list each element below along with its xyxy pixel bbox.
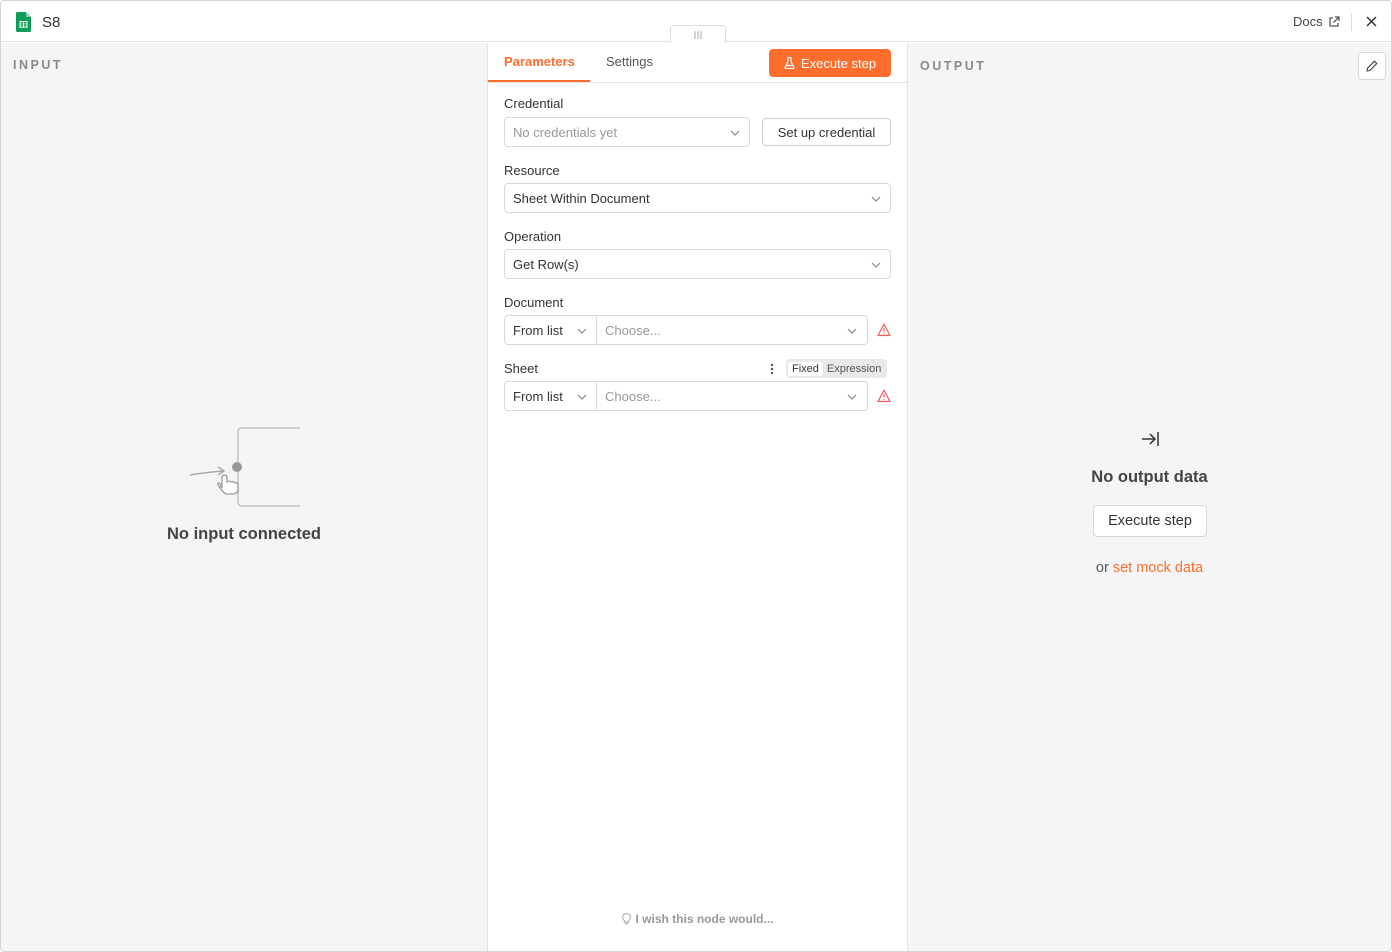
tab-settings[interactable]: Settings <box>606 54 653 69</box>
output-panel-label: OUTPUT <box>920 59 987 73</box>
arrow-to-line-icon <box>1142 432 1159 446</box>
active-tab-indicator <box>488 80 590 82</box>
no-output-message: No output data <box>1091 468 1208 486</box>
external-link-icon <box>1328 15 1340 27</box>
tab-parameters[interactable]: Parameters <box>504 54 575 69</box>
input-panel: INPUT No input connected <box>1 43 487 951</box>
document-choose-select[interactable]: Choose... <box>596 315 868 345</box>
fixed-expression-toggle: Fixed Expression <box>786 359 888 378</box>
warning-icon <box>877 323 891 337</box>
chevron-down-icon <box>871 262 881 268</box>
resource-select[interactable]: Sheet Within Document <box>504 183 891 213</box>
document-mode-value: From list <box>513 322 563 338</box>
flask-icon <box>784 57 795 69</box>
feedback-link[interactable]: I wish this node would... <box>488 912 907 926</box>
set-mock-data-link[interactable]: set mock data <box>1113 560 1203 576</box>
pencil-icon <box>1366 60 1378 72</box>
no-input-message: No input connected <box>167 525 321 543</box>
output-panel: OUTPUT No output data Execute step or se… <box>908 43 1391 951</box>
docs-label: Docs <box>1293 14 1323 29</box>
tab-bar: Parameters Settings Execute step <box>488 43 907 83</box>
node-details-window: S8 Docs INPUT No input connected Paramet… <box>0 0 1392 952</box>
feedback-label: I wish this node would... <box>635 912 774 926</box>
execute-step-button[interactable]: Execute step <box>769 49 891 77</box>
sheet-choose-select[interactable]: Choose... <box>596 381 868 411</box>
set-up-credential-button[interactable]: Set up credential <box>762 118 891 146</box>
node-connection-illustration <box>189 427 300 507</box>
edit-output-button[interactable] <box>1358 52 1386 80</box>
sheet-label: Sheet <box>504 361 538 376</box>
chevron-down-icon <box>847 328 857 334</box>
toggle-expression[interactable]: Expression <box>823 362 885 376</box>
warning-icon <box>877 389 891 403</box>
chevron-down-icon <box>730 130 740 136</box>
grip-icon <box>694 30 702 39</box>
or-text: or <box>1095 560 1109 576</box>
document-placeholder: Choose... <box>605 322 661 338</box>
credential-label: Credential <box>504 96 564 111</box>
chevron-down-icon <box>871 196 881 202</box>
chevron-down-icon <box>847 394 857 400</box>
input-panel-label: INPUT <box>13 58 63 72</box>
execute-step-label: Execute step <box>800 55 877 71</box>
header-divider <box>1351 13 1352 31</box>
operation-value: Get Row(s) <box>513 256 579 272</box>
node-title[interactable]: S8 <box>42 14 60 31</box>
resource-value: Sheet Within Document <box>513 190 650 206</box>
credential-select[interactable]: No credentials yet <box>504 117 750 147</box>
mock-data-line: or set mock data <box>908 560 1391 576</box>
output-execute-step-button[interactable]: Execute step <box>1093 505 1207 537</box>
sheet-placeholder: Choose... <box>605 388 661 404</box>
operation-select[interactable]: Get Row(s) <box>504 249 891 279</box>
credential-placeholder: No credentials yet <box>513 124 618 140</box>
panel-drag-handle[interactable] <box>670 25 726 43</box>
close-button[interactable] <box>1363 13 1380 30</box>
sheet-mode-select[interactable]: From list <box>504 381 597 411</box>
more-options-icon[interactable] <box>768 362 776 376</box>
close-icon <box>1366 16 1377 27</box>
parameters-panel: Parameters Settings Execute step Credent… <box>487 43 908 951</box>
chevron-down-icon <box>577 328 587 334</box>
lightbulb-icon <box>621 913 631 925</box>
operation-label: Operation <box>504 229 562 244</box>
docs-link[interactable]: Docs <box>1293 14 1340 29</box>
google-sheets-icon <box>16 12 31 32</box>
resource-label: Resource <box>504 163 560 178</box>
sheet-mode-value: From list <box>513 388 563 404</box>
chevron-down-icon <box>577 394 587 400</box>
document-mode-select[interactable]: From list <box>504 315 597 345</box>
document-label: Document <box>504 295 564 310</box>
toggle-fixed[interactable]: Fixed <box>788 361 823 376</box>
